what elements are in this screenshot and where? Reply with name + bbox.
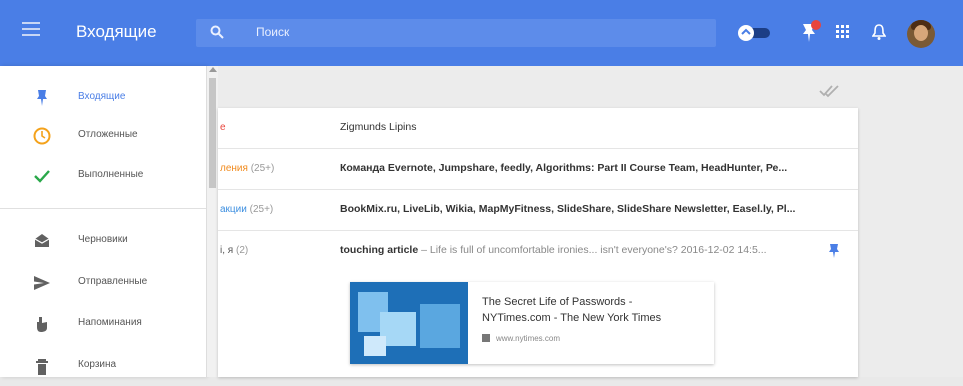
nav-item-sent[interactable]: Отправленные: [0, 263, 206, 303]
senders: BookMix.ru, LiveLib, Wikia, MapMyFitness…: [340, 203, 796, 215]
clock-icon: [33, 127, 51, 145]
bundle-label: е: [220, 122, 226, 133]
inbox-card: е Zigmunds Lipins ления (25+) Команда Ev…: [218, 108, 858, 377]
search-input[interactable]: Поиск: [256, 25, 289, 39]
page-title: Входящие: [76, 22, 157, 41]
nav-label: Черновики: [78, 234, 128, 245]
nav-item-inbox[interactable]: Входящие: [0, 78, 206, 118]
favicon-icon: [482, 334, 490, 342]
apps-grid-icon[interactable]: [836, 25, 850, 39]
preview-thumbnail: [350, 282, 468, 364]
trash-icon: [36, 359, 48, 375]
pin-icon: [37, 90, 47, 106]
list-item[interactable]: е Zigmunds Lipins: [218, 108, 858, 149]
scroll-up-icon[interactable]: [209, 67, 217, 72]
nav-item-trash[interactable]: Корзина: [0, 346, 206, 386]
check-icon: [34, 170, 50, 183]
senders: Zigmunds Lipins: [340, 121, 417, 133]
bundle-label: ления (25+): [220, 163, 275, 174]
top-app-bar: Входящие Поиск: [0, 0, 963, 66]
nav-label: Корзина: [78, 359, 117, 370]
reminder-icon: [37, 317, 47, 332]
link-preview-card[interactable]: The Secret Life of Passwords - NYTimes.c…: [350, 282, 714, 364]
send-icon: [34, 276, 50, 290]
preview-url: www.nytimes.com: [496, 334, 561, 343]
avatar[interactable]: [907, 20, 935, 48]
search-icon: [210, 25, 224, 39]
nav-label: Выполненные: [78, 169, 144, 180]
search-box[interactable]: Поиск: [196, 19, 716, 47]
list-item[interactable]: i, я (2) touching article – Life is full…: [218, 231, 858, 271]
bell-icon[interactable]: [872, 23, 886, 41]
nav-item-done[interactable]: Выполненные: [0, 156, 206, 196]
drafts-icon: [34, 234, 50, 247]
menu-icon[interactable]: [22, 22, 40, 36]
list-item[interactable]: акции (25+) BookMix.ru, LiveLib, Wikia, …: [218, 190, 858, 231]
nav-item-snoozed[interactable]: Отложенные: [0, 116, 206, 156]
nav-item-reminders[interactable]: Напоминания: [0, 304, 206, 344]
nav-item-drafts[interactable]: Черновики: [0, 221, 206, 261]
sweep-toggle-icon[interactable]: [736, 25, 772, 41]
navigation-drawer: Входящие Отложенные Выполненные Черновик…: [0, 66, 206, 377]
senders: touching article – Life is full of uncom…: [340, 244, 767, 256]
pin-icon[interactable]: [828, 243, 840, 259]
list-item[interactable]: ления (25+) Команда Evernote, Jumpshare,…: [218, 149, 858, 190]
nav-label: Отложенные: [78, 129, 138, 140]
pin-badge-icon[interactable]: [800, 20, 822, 44]
preview-title: The Secret Life of Passwords - NYTimes.c…: [482, 296, 662, 324]
nav-label: Напоминания: [78, 317, 142, 328]
nav-label: Входящие: [78, 91, 126, 102]
mark-done-icon[interactable]: [818, 84, 840, 98]
bundle-label: i, я (2): [220, 245, 249, 256]
bundle-label: акции (25+): [220, 204, 274, 215]
divider: [0, 208, 206, 209]
nav-label: Отправленные: [78, 276, 148, 287]
senders: Команда Evernote, Jumpshare, feedly, Alg…: [340, 162, 788, 174]
scroll-thumb[interactable]: [209, 78, 216, 188]
